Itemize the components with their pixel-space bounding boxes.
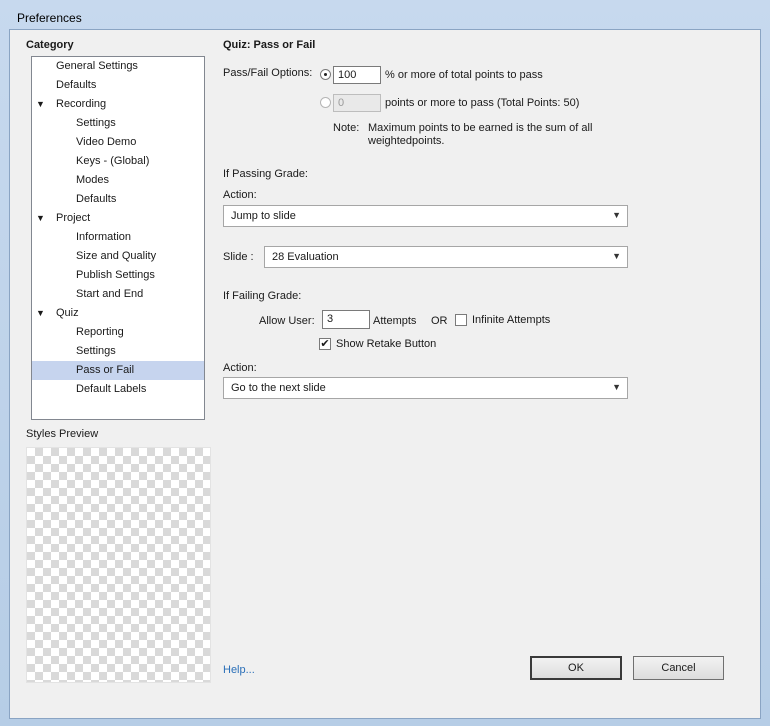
title-bar[interactable]: Preferences bbox=[0, 0, 770, 30]
tree-item-label: Project bbox=[56, 212, 91, 224]
tree-item[interactable]: Defaults bbox=[32, 76, 204, 95]
dialog-body: Category General Settings Defaults ▼ Record… bbox=[9, 29, 761, 719]
tree-item[interactable]: Information bbox=[32, 228, 204, 247]
tree-item-label: Size and Quality bbox=[76, 250, 157, 262]
tree-item[interactable]: Keys - (Global) bbox=[32, 152, 204, 171]
tree-item-label: Default Labels bbox=[76, 383, 147, 395]
chevron-down-icon: ▼ bbox=[612, 251, 621, 261]
percent-input[interactable]: 100 bbox=[333, 66, 381, 84]
tree-item[interactable]: ▼ Recording bbox=[32, 95, 204, 114]
allow-user-label: Allow User: bbox=[259, 315, 315, 327]
tree-item-label: Publish Settings bbox=[76, 269, 155, 281]
tree-item-label: Recording bbox=[56, 98, 107, 110]
attempts-input[interactable]: 3 bbox=[322, 310, 370, 329]
points-radio[interactable] bbox=[320, 97, 331, 108]
pass-action-select[interactable]: Jump to slide ▼ bbox=[223, 205, 628, 227]
styles-preview-label: Styles Preview bbox=[26, 428, 99, 440]
tree-item-label: Video Demo bbox=[76, 136, 137, 148]
passing-grade-heading: If Passing Grade: bbox=[223, 168, 308, 180]
window-title: Preferences bbox=[17, 11, 82, 25]
ok-button[interactable]: OK bbox=[530, 656, 622, 680]
expand-arrow-icon[interactable]: ▼ bbox=[36, 95, 45, 114]
tree-item-label: Modes bbox=[76, 174, 110, 186]
percent-text: % or more of total points to pass bbox=[385, 69, 543, 81]
slide-select[interactable]: 28 Evaluation ▼ bbox=[264, 246, 628, 268]
chevron-down-icon: ▼ bbox=[612, 210, 621, 220]
show-retake-checkbox[interactable]: ✔ bbox=[319, 338, 331, 350]
tree-item-label: Information bbox=[76, 231, 132, 243]
note-line-2: weightedpoints. bbox=[368, 135, 445, 147]
page-title: Quiz: Pass or Fail bbox=[223, 39, 316, 51]
tree-item-label: Defaults bbox=[56, 79, 97, 91]
tree-item[interactable]: Reporting bbox=[32, 323, 204, 342]
category-tree[interactable]: General Settings Defaults ▼ Recording Settin… bbox=[31, 56, 205, 420]
percent-radio[interactable] bbox=[320, 69, 331, 80]
tree-item-label: Pass or Fail bbox=[76, 364, 135, 376]
slide-value: 28 Evaluation bbox=[272, 251, 339, 263]
tree-item-label: Keys - (Global) bbox=[76, 155, 150, 167]
radio-selected-dot bbox=[324, 73, 327, 76]
cancel-button[interactable]: Cancel bbox=[633, 656, 724, 680]
infinite-attempts-label: Infinite Attempts bbox=[472, 314, 551, 326]
tree-item[interactable]: Default Labels bbox=[32, 380, 204, 399]
infinite-attempts-checkbox[interactable] bbox=[455, 314, 467, 326]
pass-action-value: Jump to slide bbox=[231, 210, 296, 222]
fail-action-label: Action: bbox=[223, 362, 257, 374]
tree-item[interactable]: General Settings bbox=[32, 57, 204, 76]
tree-item[interactable]: Defaults bbox=[32, 190, 204, 209]
note-line-1: Maximum points to be earned is the sum o… bbox=[368, 122, 593, 134]
tree-item[interactable]: Pass or Fail bbox=[32, 361, 204, 380]
pass-action-label: Action: bbox=[223, 189, 257, 201]
note-label: Note: bbox=[333, 122, 360, 134]
or-text: OR bbox=[431, 315, 448, 327]
tree-item[interactable]: Settings bbox=[32, 114, 204, 133]
styles-preview-area bbox=[26, 447, 211, 683]
category-heading: Category bbox=[26, 39, 74, 51]
expand-arrow-icon[interactable]: ▼ bbox=[36, 304, 45, 323]
fail-action-select[interactable]: Go to the next slide ▼ bbox=[223, 377, 628, 399]
tree-item-label: Quiz bbox=[56, 307, 79, 319]
tree-item[interactable]: ▼ Quiz bbox=[32, 304, 204, 323]
tree-item[interactable]: ▼ Project bbox=[32, 209, 204, 228]
slide-label: Slide : bbox=[223, 251, 254, 263]
tree-item-label: Start and End bbox=[76, 288, 144, 300]
tree-item[interactable]: Publish Settings bbox=[32, 266, 204, 285]
tree-item-label: Settings bbox=[76, 345, 116, 357]
tree-item-label: Defaults bbox=[76, 193, 117, 205]
checkmark-icon: ✔ bbox=[320, 338, 330, 350]
tree-item[interactable]: Video Demo bbox=[32, 133, 204, 152]
show-retake-label: Show Retake Button bbox=[336, 338, 437, 350]
preferences-window: Preferences Category General Settings Def… bbox=[0, 0, 770, 726]
failing-grade-heading: If Failing Grade: bbox=[223, 290, 302, 302]
pass-fail-options-label: Pass/Fail Options: bbox=[223, 67, 313, 79]
expand-arrow-icon[interactable]: ▼ bbox=[36, 209, 45, 228]
help-link[interactable]: Help... bbox=[223, 664, 255, 676]
attempts-text: Attempts bbox=[373, 315, 417, 327]
tree-item[interactable]: Settings bbox=[32, 342, 204, 361]
tree-item-label: Reporting bbox=[76, 326, 124, 338]
tree-item[interactable]: Size and Quality bbox=[32, 247, 204, 266]
chevron-down-icon: ▼ bbox=[612, 382, 621, 392]
tree-item[interactable]: Modes bbox=[32, 171, 204, 190]
tree-item[interactable]: Start and End bbox=[32, 285, 204, 304]
points-input[interactable]: 0 bbox=[333, 94, 381, 112]
tree-item-label: Settings bbox=[76, 117, 116, 129]
tree-item-label: General Settings bbox=[56, 60, 138, 72]
points-text: points or more to pass (Total Points: 50… bbox=[385, 97, 580, 109]
fail-action-value: Go to the next slide bbox=[231, 382, 326, 394]
